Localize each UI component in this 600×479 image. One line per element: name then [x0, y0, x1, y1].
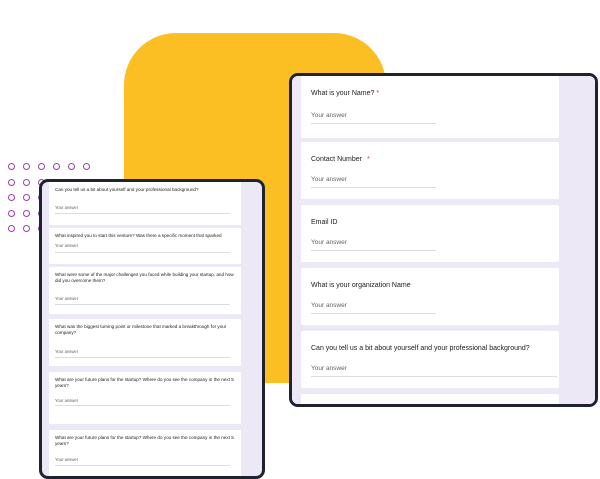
form-question-card: What were some of the major challenges y…: [49, 267, 241, 314]
dot: [23, 194, 30, 201]
dot: [23, 163, 30, 170]
answer-underline: [311, 313, 436, 314]
dot: [23, 209, 30, 217]
question-label: What are your future plans for the start…: [55, 435, 234, 446]
form-question-card: What are your future plans for the start…: [49, 430, 241, 476]
question-label: What is your organization Name: [311, 282, 411, 289]
question-label: What is your Name? *: [311, 90, 380, 97]
question-label: Email ID: [311, 219, 338, 226]
question-label: What was the biggest turning point or mi…: [55, 324, 227, 335]
answer-underline: [55, 465, 230, 466]
answer-input[interactable]: Your answer: [311, 176, 347, 183]
answer-underline: [311, 123, 436, 124]
form-question-card: Can you tell us a bit about yourself and…: [49, 182, 241, 225]
answer-underline: [55, 252, 230, 253]
answer-input[interactable]: Your answer: [55, 296, 78, 301]
question-label: Can you tell us a bit about yourself and…: [55, 187, 199, 192]
answer-input[interactable]: Your answer: [55, 205, 78, 210]
form-question-card: What are your future plans for the start…: [49, 372, 241, 424]
answer-underline: [311, 250, 436, 251]
question-label: What inspired you to start this venture?…: [55, 233, 222, 238]
dot: [8, 225, 15, 232]
form-question-card: What is your Name? * Your answer: [301, 76, 559, 138]
tablet-right: What is your Name? * Your answer Contact …: [289, 73, 598, 407]
required-asterisk: *: [366, 156, 370, 163]
question-label: Can you tell us a bit about yourself and…: [311, 345, 530, 352]
dot: [8, 209, 15, 217]
question-label: What were some of the major challenges y…: [55, 272, 234, 283]
answer-input[interactable]: Your answer: [55, 243, 78, 248]
form-screen: What is your Name? * Your answer Contact …: [292, 76, 595, 404]
dot: [8, 178, 15, 186]
form-side-margin: [567, 76, 595, 404]
dot: [23, 178, 30, 186]
answer-input[interactable]: Your answer: [311, 302, 347, 309]
answer-underline: [55, 405, 230, 406]
question-label: Contact Number *: [311, 156, 370, 163]
dot: [83, 163, 90, 170]
answer-input[interactable]: Your answer: [311, 112, 347, 119]
dot: [23, 225, 30, 232]
answer-input[interactable]: Your answer: [311, 365, 347, 372]
form-question-card: What inspired you to start this venture?…: [49, 228, 241, 264]
answer-underline: [55, 304, 230, 305]
required-asterisk: *: [376, 90, 380, 97]
dot: [68, 163, 75, 170]
tablet-left: Can you tell us a bit about yourself and…: [39, 179, 265, 479]
question-label: What are your future plans for the start…: [55, 377, 234, 388]
answer-input[interactable]: Your answer: [55, 398, 78, 403]
form-question-card: Contact Number * Your answer: [301, 142, 559, 199]
answer-input[interactable]: Your answer: [55, 349, 78, 354]
dot: [38, 163, 45, 170]
answer-underline: [311, 376, 557, 377]
dot: [8, 194, 15, 201]
form-question-card: What is your organization Name Your answ…: [301, 268, 559, 325]
form-question-card: Email ID Your answer: [301, 205, 559, 262]
form-question-card: What was the biggest turning point or mi…: [49, 319, 241, 366]
answer-input[interactable]: Your answer: [311, 239, 347, 246]
answer-underline: [55, 213, 230, 214]
form-question-card: [301, 394, 559, 404]
answer-underline: [311, 187, 436, 188]
dot: [8, 163, 15, 170]
answer-input[interactable]: Your answer: [55, 457, 78, 462]
answer-underline: [55, 357, 230, 358]
form-question-card: Can you tell us a bit about yourself and…: [301, 331, 559, 388]
dot: [53, 163, 60, 170]
